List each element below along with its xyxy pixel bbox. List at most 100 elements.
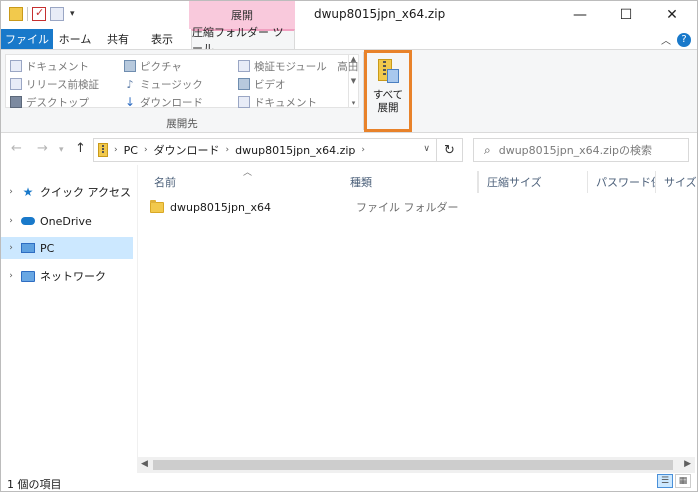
search-icon: ⌕ [484,142,491,157]
nav-item-onedrive[interactable]: › OneDrive [1,210,133,232]
column-header-name[interactable]: 名前 [146,171,340,193]
gallery-item-label: リリース前検証 [26,78,99,91]
refresh-button[interactable]: ↻ [437,138,463,162]
nav-item-label: ネットワーク [40,270,106,283]
zip-folder-icon [9,7,23,21]
address-dropdown-icon[interactable]: ∨ [423,144,430,154]
gallery-item-label: デスクトップ [26,96,89,109]
navigation-pane: › ★ クイック アクセス › OneDrive › PC › ネットワーク [1,173,137,455]
folder-icon [150,199,164,213]
nav-item-pc[interactable]: › PC [1,237,133,259]
gallery-item[interactable]: ↓ ダウンロード [124,94,203,110]
gallery-item[interactable]: リリース前検証 [10,76,99,92]
breadcrumb-item[interactable]: PC [124,144,138,157]
navigation-row: ← → ▾ ↑ › PC › ダウンロード › dwup8015jpn_x64.… [1,135,697,165]
tab-compressed-folder-tools[interactable]: 圧縮フォルダー ツール [191,26,295,55]
breadcrumb-item[interactable]: ダウンロード [154,142,220,158]
gallery-scroll[interactable]: ▲ ▼ ▾ [348,55,358,107]
qat-separator [27,7,28,21]
forward-arrow-icon[interactable]: → [37,141,48,156]
search-box[interactable]: ⌕ dwup8015jpn_x64.zipの検索 [473,138,689,162]
scroll-left-icon[interactable]: ◀ [141,459,148,469]
column-header-password[interactable]: パスワード保... [588,171,656,193]
up-arrow-icon[interactable]: ↑ [75,141,86,156]
title-bar: ▾ 展開 dwup8015jpn_x64.zip — ☐ ✕ [1,1,697,29]
refresh-icon: ↻ [444,142,455,158]
tab-file[interactable]: ファイル [1,29,53,49]
file-type: ファイル フォルダー [356,201,459,214]
close-button[interactable]: ✕ [649,1,695,29]
more-icon[interactable]: ▾ [352,99,356,107]
breadcrumb-item[interactable]: dwup8015jpn_x64.zip [235,144,355,157]
nav-item-label: クイック アクセス [40,186,131,199]
chevron-right-icon[interactable]: › [1,187,21,197]
gallery-item[interactable]: 検証モジュール 高田 [238,58,358,74]
file-list: ︿ 名前 種類 圧縮サイズ パスワード保... サイズ dwup8015jpn_… [137,165,696,457]
search-placeholder: dwup8015jpn_x64.zipの検索 [498,144,652,157]
scroll-down-icon[interactable]: ▼ [351,77,356,85]
chevron-right-icon[interactable]: › [361,145,365,155]
maximize-button[interactable]: ☐ [603,1,649,29]
chevron-right-icon[interactable]: › [1,271,21,281]
tab-home[interactable]: ホーム [56,29,94,49]
properties-icon[interactable] [32,6,46,21]
file-row[interactable]: dwup8015jpn_x64 ファイル フォルダー [150,197,696,217]
item-count: 1 個の項目 [7,478,62,491]
gallery-item[interactable]: ビデオ [238,76,358,92]
gallery-item[interactable]: ピクチャ [124,58,203,74]
folder-icon [10,78,22,90]
gallery-item-label: 検証モジュール 高田 [254,60,359,73]
qat-dropdown-icon[interactable]: ▾ [70,9,75,19]
minimize-button[interactable]: — [557,1,603,29]
details-view-icon[interactable]: ☰ [657,474,673,488]
chevron-right-icon[interactable]: › [1,243,21,253]
back-arrow-icon[interactable]: ← [11,141,22,156]
recent-locations-icon[interactable]: ▾ [59,145,64,155]
nav-item-label: PC [40,241,55,255]
quick-access-toolbar: ▾ [9,6,75,21]
gallery-item-label: ピクチャ [140,60,182,73]
scrollbar-thumb[interactable] [153,460,673,470]
chevron-right-icon[interactable]: › [226,145,230,155]
gallery-item[interactable]: ドキュメント [238,94,358,110]
nav-item-label: OneDrive [40,214,92,228]
document-icon [10,60,22,72]
nav-item-quick-access[interactable]: › ★ クイック アクセス [1,181,133,203]
document-icon [238,96,250,108]
gallery-item-label: ドキュメント [254,96,317,109]
ribbon-group-label: 展開先 [166,118,198,130]
download-icon: ↓ [124,95,136,109]
gallery-item-label: ダウンロード [140,96,203,109]
horizontal-scrollbar[interactable]: ◀ ▶ [137,457,695,473]
chevron-right-icon[interactable]: › [144,145,148,155]
scroll-right-icon[interactable]: ▶ [684,459,691,469]
address-bar[interactable]: › PC › ダウンロード › dwup8015jpn_x64.zip › ∨ [93,138,437,162]
network-icon [21,270,35,282]
star-icon: ★ [22,185,34,199]
extract-all-label: すべて 展開 [372,89,404,114]
tab-share[interactable]: 共有 [100,29,136,49]
gallery-item[interactable]: ドキュメント [10,58,99,74]
extract-all-button[interactable]: すべて 展開 [364,50,412,132]
ribbon-tab-bar: ファイル ホーム 共有 表示 圧縮フォルダー ツール ︿ ? [1,26,697,55]
new-folder-icon[interactable] [50,7,64,21]
gallery-item[interactable]: デスクトップ [10,94,99,110]
computer-icon [21,242,35,254]
column-header-type[interactable]: 種類 [342,171,478,193]
chevron-right-icon[interactable]: › [114,145,118,155]
window-title: dwup8015jpn_x64.zip [314,7,446,21]
large-icons-view-icon[interactable]: ▦ [675,474,691,488]
scroll-up-icon[interactable]: ▲ [351,55,356,63]
column-header-compressed-size[interactable]: 圧縮サイズ [478,171,588,193]
view-buttons: ☰ ▦ [657,474,691,488]
gallery-item[interactable]: ♪ ミュージック [124,76,203,92]
help-icon[interactable]: ? [677,32,691,47]
collapse-ribbon-icon[interactable]: ︿ [661,32,671,47]
column-header-size[interactable]: サイズ [656,171,696,193]
nav-item-network[interactable]: › ネットワーク [1,265,133,287]
music-icon: ♪ [126,77,134,91]
chevron-right-icon[interactable]: › [1,216,21,226]
tab-view[interactable]: 表示 [144,29,180,49]
gallery-item-label: ドキュメント [26,60,89,73]
extract-all-icon [378,59,399,85]
